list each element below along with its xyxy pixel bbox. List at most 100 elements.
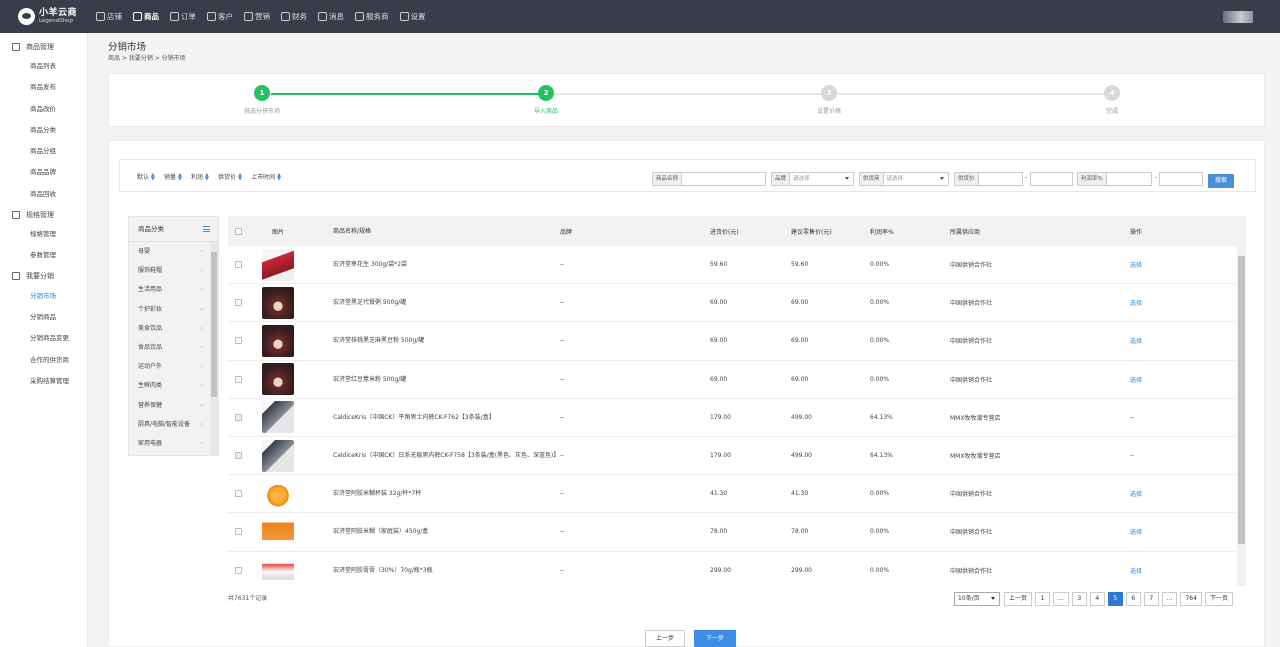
sidebar-item[interactable]: 规格管理 — [0, 224, 87, 245]
category-item[interactable]: 母婴 › — [129, 242, 211, 261]
nav-item-label: 服务商 — [366, 12, 389, 21]
cost-price: 299.00 — [710, 566, 731, 574]
nav-item-4[interactable]: 营销 — [244, 0, 270, 33]
product-thumbnail — [262, 515, 294, 548]
row-checkbox[interactable] — [234, 490, 242, 498]
profit-range-dash: - — [1155, 174, 1158, 181]
page-number[interactable]: 764 — [1180, 592, 1202, 606]
page-number[interactable]: 4 — [1089, 592, 1105, 606]
table-scrollbar[interactable] — [1237, 246, 1246, 586]
select-link[interactable]: 选择 — [1130, 568, 1142, 575]
nav-item-5[interactable]: 财务 — [281, 0, 307, 33]
next-page-button[interactable]: 下一页 — [1204, 592, 1233, 606]
list-icon[interactable] — [203, 226, 210, 232]
page-number[interactable]: 1 — [1035, 592, 1051, 606]
sidebar-item[interactable]: 商品分组 — [0, 141, 87, 162]
page-number[interactable]: 6 — [1125, 592, 1141, 606]
sidebar-group-2[interactable]: 我要分销 — [0, 267, 87, 286]
sort-option[interactable]: 默认 ▲ ▼ — [137, 172, 156, 181]
sidebar-item[interactable]: 分销市场 — [0, 286, 87, 307]
nav-item-3[interactable]: 客户 — [207, 0, 233, 33]
category-item[interactable]: 个护彩妆 › — [129, 300, 211, 319]
select-link[interactable]: 选择 — [1130, 338, 1142, 345]
prev-step-button[interactable]: 上一步 — [645, 630, 685, 647]
sort-option[interactable]: 销量 ▲ ▼ — [164, 172, 183, 181]
search-button[interactable]: 搜索 — [1208, 174, 1234, 188]
product-name: 宏济堂核桃黑芝麻黑豆粉 500g/罐 — [333, 337, 425, 345]
chevron-right-icon: › — [200, 343, 203, 351]
sidebar-group-1[interactable]: 规格管理 — [0, 205, 87, 224]
sidebar-item[interactable]: 商品列表 — [0, 56, 87, 77]
brand-subtitle: LegendShop — [39, 17, 74, 24]
category-item[interactable]: 家用电器 › — [129, 434, 211, 453]
chevron-right-icon: › — [200, 439, 203, 447]
select-all-checkbox[interactable] — [234, 227, 242, 235]
category-label: 服饰鞋帽 — [138, 267, 163, 275]
sidebar-item[interactable]: 分销商品 — [0, 307, 87, 328]
sidebar-item[interactable]: 采购结算管理 — [0, 371, 87, 392]
sort-option[interactable]: 上市时间 ▲ ▼ — [251, 172, 282, 181]
row-checkbox[interactable] — [234, 261, 242, 269]
sidebar-item[interactable]: 参数管理 — [0, 245, 87, 266]
page-number[interactable]: 7 — [1143, 592, 1159, 606]
brand-logo[interactable]: 小羊云商 LegendShop — [0, 8, 96, 25]
profit-min-field[interactable]: 利润率% — [1077, 172, 1152, 186]
select-link[interactable]: 选择 — [1130, 529, 1142, 536]
table-row: 宏济堂阿胶米糊（家庭装）450g/盒 -- 78.00 78.00 0.00% 中国供销合… — [228, 513, 1246, 552]
nav-item-2[interactable]: 订单 — [170, 0, 196, 33]
next-step-button[interactable]: 下一步 — [694, 630, 736, 647]
brand-select[interactable]: 品牌 请选择 — [771, 172, 854, 186]
page-size-select[interactable]: 10条/页 — [954, 592, 1000, 606]
row-checkbox[interactable] — [234, 566, 242, 574]
nav-item-6[interactable]: 消息 — [318, 0, 344, 33]
profit-max-field[interactable] — [1159, 172, 1203, 186]
supplier-select[interactable]: 供货商 请选择 — [859, 172, 949, 186]
category-item[interactable]: 营养保健 › — [129, 396, 211, 415]
nav-item-1[interactable]: 商品 — [133, 0, 159, 33]
price-max-field[interactable] — [1030, 172, 1073, 186]
sidebar-group-0[interactable]: 商品管理 — [0, 37, 87, 56]
category-scrollbar[interactable] — [210, 242, 218, 455]
sidebar-item[interactable]: 商品改价 — [0, 99, 87, 120]
row-checkbox[interactable] — [234, 528, 242, 536]
select-link[interactable]: 选择 — [1130, 491, 1142, 498]
product-thumbnail — [262, 554, 294, 586]
total-records: 共7631个记录 — [228, 595, 268, 602]
select-link[interactable]: 选择 — [1130, 300, 1142, 307]
cost-price: 78.00 — [710, 528, 728, 536]
nav-item-7[interactable]: 服务商 — [355, 0, 389, 33]
sort-option[interactable]: 供货价 ▲ ▼ — [218, 172, 243, 181]
page-number[interactable]: 5 — [1107, 592, 1123, 606]
page-number[interactable]: 3 — [1071, 592, 1087, 606]
category-item[interactable]: 运动户外 › — [129, 357, 211, 376]
category-item[interactable]: 服饰鞋帽 › — [129, 261, 211, 280]
sidebar-item[interactable]: 合作的供货商 — [0, 350, 87, 371]
category-item[interactable]: 生鲜肉类 › — [129, 376, 211, 395]
product-name-field[interactable]: 商品名称 — [652, 172, 766, 186]
supplier-name: 中国供销合作社 — [950, 491, 993, 499]
price-min-field[interactable]: 供货价 — [954, 172, 1023, 186]
category-item[interactable]: 美食饮品 › — [129, 319, 211, 338]
row-checkbox[interactable] — [234, 299, 242, 307]
category-item[interactable]: 食品饮品 › — [129, 338, 211, 357]
sidebar-item[interactable]: 商品品牌 — [0, 162, 87, 183]
sidebar-item[interactable]: 分销商品变更 — [0, 328, 87, 349]
row-checkbox[interactable] — [234, 375, 242, 383]
select-link[interactable]: 选择 — [1130, 377, 1142, 384]
user-avatar[interactable] — [1223, 11, 1253, 23]
select-link[interactable]: 选择 — [1130, 262, 1142, 269]
sort-option[interactable]: 利润 ▲ ▼ — [191, 172, 210, 181]
category-item[interactable]: 生活用品 › — [129, 280, 211, 299]
nav-item-0[interactable]: 店铺 — [96, 0, 122, 33]
sidebar-item[interactable]: 商品回收 — [0, 184, 87, 205]
sidebar-item[interactable]: 商品分类 — [0, 120, 87, 141]
prev-page-button[interactable]: 上一页 — [1004, 592, 1033, 606]
table-row: 宏济堂黑芝代餐粥 500g/罐 -- 69.00 69.00 0.00% 中国供销合作社 选… — [228, 284, 1246, 323]
category-item[interactable]: 厨具/电脑/智能设备 › — [129, 415, 211, 434]
row-checkbox[interactable] — [234, 337, 242, 345]
profit-rate: 0.00% — [870, 566, 890, 574]
suggested-price: 69.00 — [791, 337, 809, 345]
sidebar-item[interactable]: 商品发布 — [0, 77, 87, 98]
profit-rate: 0.00% — [870, 490, 890, 498]
nav-item-8[interactable]: 设置 — [399, 0, 426, 33]
